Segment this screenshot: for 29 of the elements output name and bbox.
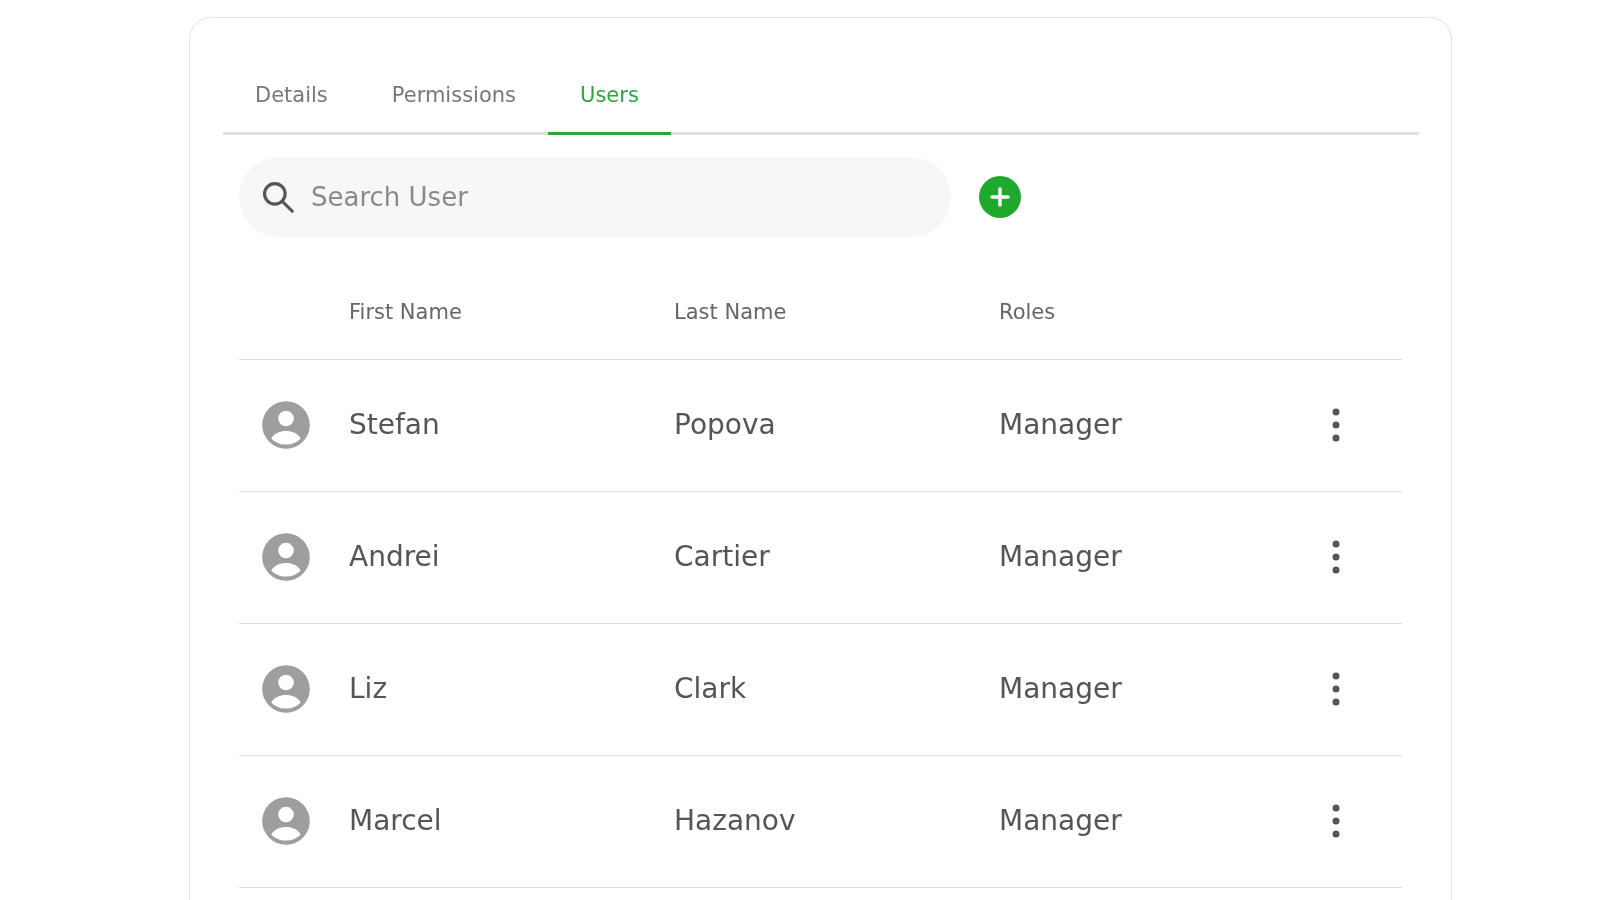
tab[interactable]: Users [548, 80, 671, 135]
vertical-dots-icon [1332, 540, 1340, 574]
tab[interactable]: Details [223, 80, 360, 135]
table-cell-text: Clark [674, 671, 748, 707]
user-avatar-icon [260, 531, 312, 583]
plus-icon [989, 185, 1011, 208]
table-cell-text: Popova [674, 407, 777, 443]
add-user-button[interactable] [979, 175, 1021, 218]
table-cell-text: Stefan [349, 407, 441, 443]
column-header: Last Name [674, 298, 788, 326]
table-cell-text: Andrei [349, 539, 441, 575]
column-header: First Name [349, 298, 463, 326]
table-cell-text: Cartier [674, 539, 771, 575]
column-header: Roles [999, 298, 1057, 326]
search-field[interactable]: Search User [239, 156, 951, 237]
tab[interactable]: Permissions [359, 80, 549, 135]
vertical-dots-icon [1332, 408, 1340, 442]
vertical-dots-icon [1332, 804, 1340, 838]
table-cell-text: Hazanov [674, 803, 797, 839]
table-cell-text: Manager [999, 539, 1123, 575]
table-cell-text: Marcel [349, 803, 443, 839]
vertical-dots-icon [1332, 672, 1340, 706]
user-avatar-icon [260, 795, 312, 847]
table-cell-text: Manager [999, 803, 1123, 839]
table-cell-text: Manager [999, 671, 1123, 707]
table-cell-text: Manager [999, 407, 1123, 443]
user-avatar-icon [260, 663, 312, 715]
table-cell-text: Liz [349, 671, 389, 707]
user-avatar-icon [260, 399, 312, 451]
